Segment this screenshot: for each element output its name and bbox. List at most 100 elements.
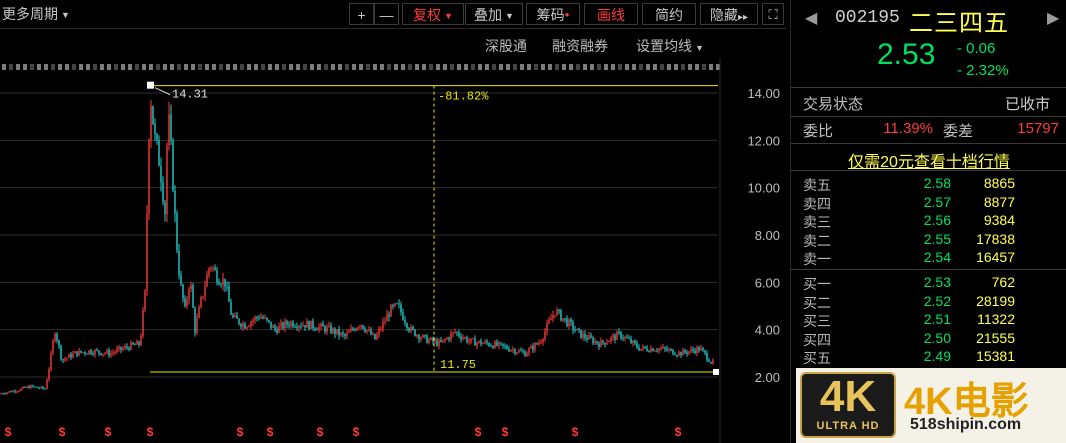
candle-body	[186, 299, 188, 307]
obscured-mark	[65, 64, 69, 70]
candle-body	[72, 353, 74, 358]
candle-body	[312, 320, 314, 329]
candle-body	[622, 337, 624, 339]
candle-body	[242, 323, 244, 327]
orderbook-name: 卖四	[803, 195, 831, 212]
candle-body	[682, 349, 684, 356]
candle-body	[324, 326, 326, 332]
candle-body	[528, 348, 530, 354]
period-dropdown[interactable]: 更多周期 ▼	[2, 3, 92, 25]
obscured-mark	[527, 64, 531, 70]
shengutong-link[interactable]: 深股通	[485, 36, 527, 56]
obscured-mark	[548, 64, 552, 70]
candle-body	[42, 386, 44, 389]
candle-body	[458, 332, 460, 337]
candle-body	[532, 346, 534, 350]
fullscreen-button[interactable]: ⛶	[762, 3, 784, 25]
candle-body	[538, 342, 540, 345]
candle-body	[282, 322, 284, 329]
high-label-arrow	[154, 87, 171, 96]
yincang-button[interactable]: 隐藏▸▸	[700, 3, 758, 25]
candle-body	[710, 361, 712, 364]
obscured-mark	[359, 64, 363, 70]
chart-toolbar: 更多周期 ▼ + — 复权 ▼ 叠加 ▼ 筹码● 画线 简约 隐藏▸▸ ⛶	[0, 0, 786, 29]
huaxian-button[interactable]: 画线	[584, 3, 638, 25]
junxian-dropdown[interactable]: 设置均线 ▼	[636, 36, 704, 56]
obscured-mark	[380, 64, 384, 70]
weicha-label: 委差	[943, 123, 974, 140]
candle-body	[224, 278, 226, 287]
candle-body	[272, 325, 274, 328]
minus-icon: —	[379, 7, 394, 23]
obscured-mark	[331, 64, 335, 70]
candle-body	[388, 314, 390, 317]
candle-body	[624, 336, 626, 339]
fuquan-button[interactable]: 复权 ▼	[402, 3, 464, 25]
fuquan-label: 复权	[413, 7, 442, 23]
candle-body	[258, 317, 260, 319]
candle-body	[434, 340, 436, 342]
candle-body	[232, 314, 234, 318]
candle-body	[696, 347, 698, 354]
candle-body	[444, 339, 446, 341]
obscured-mark	[443, 64, 447, 70]
kline-chart[interactable]: 14.31 -81.82% 11.75 14.00 12.00 10.00 8.00 6.0…	[0, 58, 786, 443]
diejia-button[interactable]: 叠加 ▼	[465, 3, 523, 25]
orderbook-vol: 762	[991, 274, 1015, 290]
promo-link[interactable]: 仅需20元查看十档行情	[791, 148, 1066, 172]
candle-body	[116, 348, 118, 353]
candle-body	[214, 267, 216, 271]
candle-body	[234, 315, 236, 318]
obscured-mark	[324, 64, 328, 70]
obscured-mark	[219, 64, 223, 70]
obscured-mark	[590, 64, 594, 70]
candle-body	[54, 333, 56, 342]
obscured-indicator-row	[2, 64, 720, 70]
candle-body	[292, 321, 294, 327]
candle-body	[290, 321, 292, 327]
stock-name: 二三四五	[909, 10, 1009, 37]
candle-body	[126, 346, 128, 348]
candle-body	[172, 140, 174, 191]
candle-body	[676, 355, 678, 357]
obscured-mark	[464, 64, 468, 70]
candle-body	[28, 386, 30, 389]
candle-body	[700, 347, 702, 351]
candle-body	[8, 391, 10, 393]
candle-body	[390, 305, 392, 317]
candle-body	[276, 329, 278, 333]
obscured-mark	[373, 64, 377, 70]
obscured-mark	[695, 64, 699, 70]
candle-body	[392, 305, 394, 307]
diejia-label: 叠加	[474, 7, 503, 23]
candle-body	[60, 345, 62, 360]
zoom-in-button[interactable]: +	[349, 3, 374, 25]
obscured-mark	[44, 64, 48, 70]
candle-body	[702, 347, 704, 351]
rongzi-link[interactable]: 融资融券	[552, 36, 608, 56]
candle-body	[484, 341, 486, 344]
obscured-mark	[247, 64, 251, 70]
candle-body	[130, 342, 132, 350]
event-marker: $	[675, 425, 682, 439]
candle-body	[376, 334, 378, 340]
prev-stock-icon[interactable]: ◀	[805, 8, 817, 28]
orderbook-name: 买一	[803, 276, 831, 292]
orderbook-row: 买五 2.49 15381	[791, 348, 1066, 366]
event-marker: $	[105, 425, 112, 439]
candle-body	[692, 348, 694, 351]
candle-body	[70, 354, 72, 358]
zoom-out-button[interactable]: —	[374, 3, 399, 25]
orderbook-vol: 21555	[976, 329, 1015, 346]
candle-body	[124, 346, 126, 349]
candle-body	[206, 274, 208, 287]
candle-body	[558, 309, 560, 311]
next-stock-icon[interactable]: ▶	[1047, 8, 1059, 28]
jianyue-button[interactable]: 简约	[642, 3, 696, 25]
candle-body	[680, 352, 682, 356]
chouma-button[interactable]: 筹码●	[526, 3, 580, 25]
candle-body	[706, 352, 708, 360]
candle-body	[202, 296, 204, 298]
y-tick-label: 4.00	[755, 323, 780, 338]
candle-body	[36, 386, 38, 388]
